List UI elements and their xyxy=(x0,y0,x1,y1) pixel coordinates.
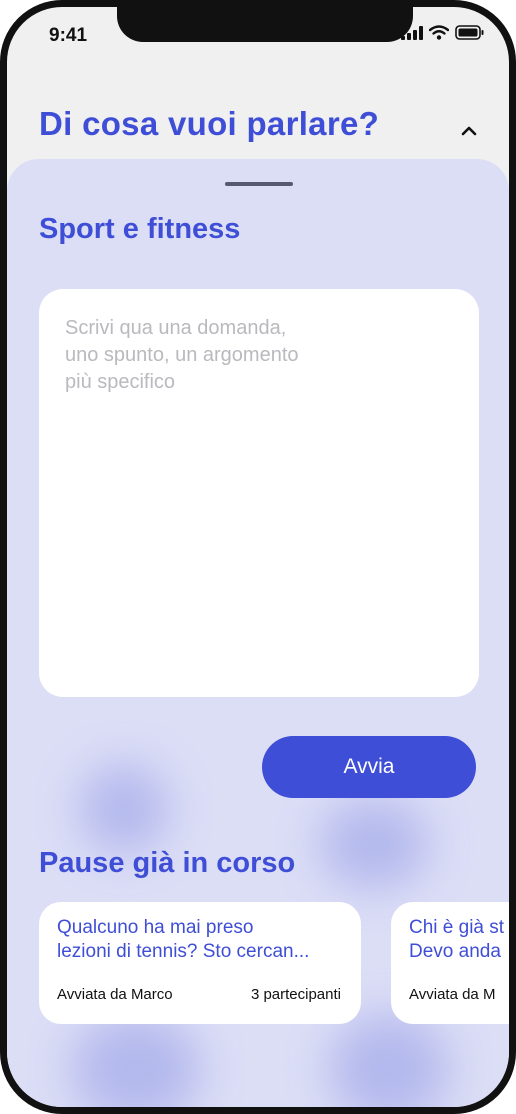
question-input[interactable] xyxy=(39,289,479,697)
card-author: Avviata da M xyxy=(409,986,496,1003)
background-blob xyxy=(319,799,429,889)
card-question: Chi è già st Devo anda xyxy=(409,917,505,962)
status-icons xyxy=(401,25,485,40)
battery-icon xyxy=(455,25,484,40)
ongoing-section-title: Pause già in corso xyxy=(39,847,296,879)
topic-title: Sport e fitness xyxy=(39,213,241,245)
phone-frame: 9:41 Di cosa vuoi parlare? Sport e fitne… xyxy=(0,0,516,1114)
chevron-up-icon xyxy=(461,126,477,136)
signal-icon xyxy=(401,25,423,40)
page-title: Di cosa vuoi parlare? xyxy=(39,105,380,142)
start-button[interactable]: Avvia xyxy=(262,736,476,798)
status-time: 9:41 xyxy=(49,25,88,46)
background-blob xyxy=(71,1014,201,1107)
sheet-grabber[interactable] xyxy=(225,182,293,186)
card-meta: Avviata da Marco 3 partecipanti xyxy=(57,986,341,1003)
card-author: Avviata da Marco xyxy=(57,986,173,1003)
collapse-toggle[interactable] xyxy=(455,119,483,143)
background-blob xyxy=(329,1014,449,1107)
background-blob xyxy=(79,764,169,854)
card-question: Qualcuno ha mai preso lezioni di tennis?… xyxy=(57,917,310,962)
card-meta: Avviata da M xyxy=(409,986,509,1003)
ongoing-pause-card[interactable]: Chi è già st Devo anda Avviata da M xyxy=(391,902,509,1024)
wifi-icon xyxy=(429,25,449,40)
notch xyxy=(117,7,413,42)
bottom-sheet: Sport e fitness Avvia Pause già in corso… xyxy=(7,159,509,1107)
card-participants: 3 partecipanti xyxy=(250,986,341,1003)
ongoing-pause-card[interactable]: Qualcuno ha mai preso lezioni di tennis?… xyxy=(39,902,361,1024)
